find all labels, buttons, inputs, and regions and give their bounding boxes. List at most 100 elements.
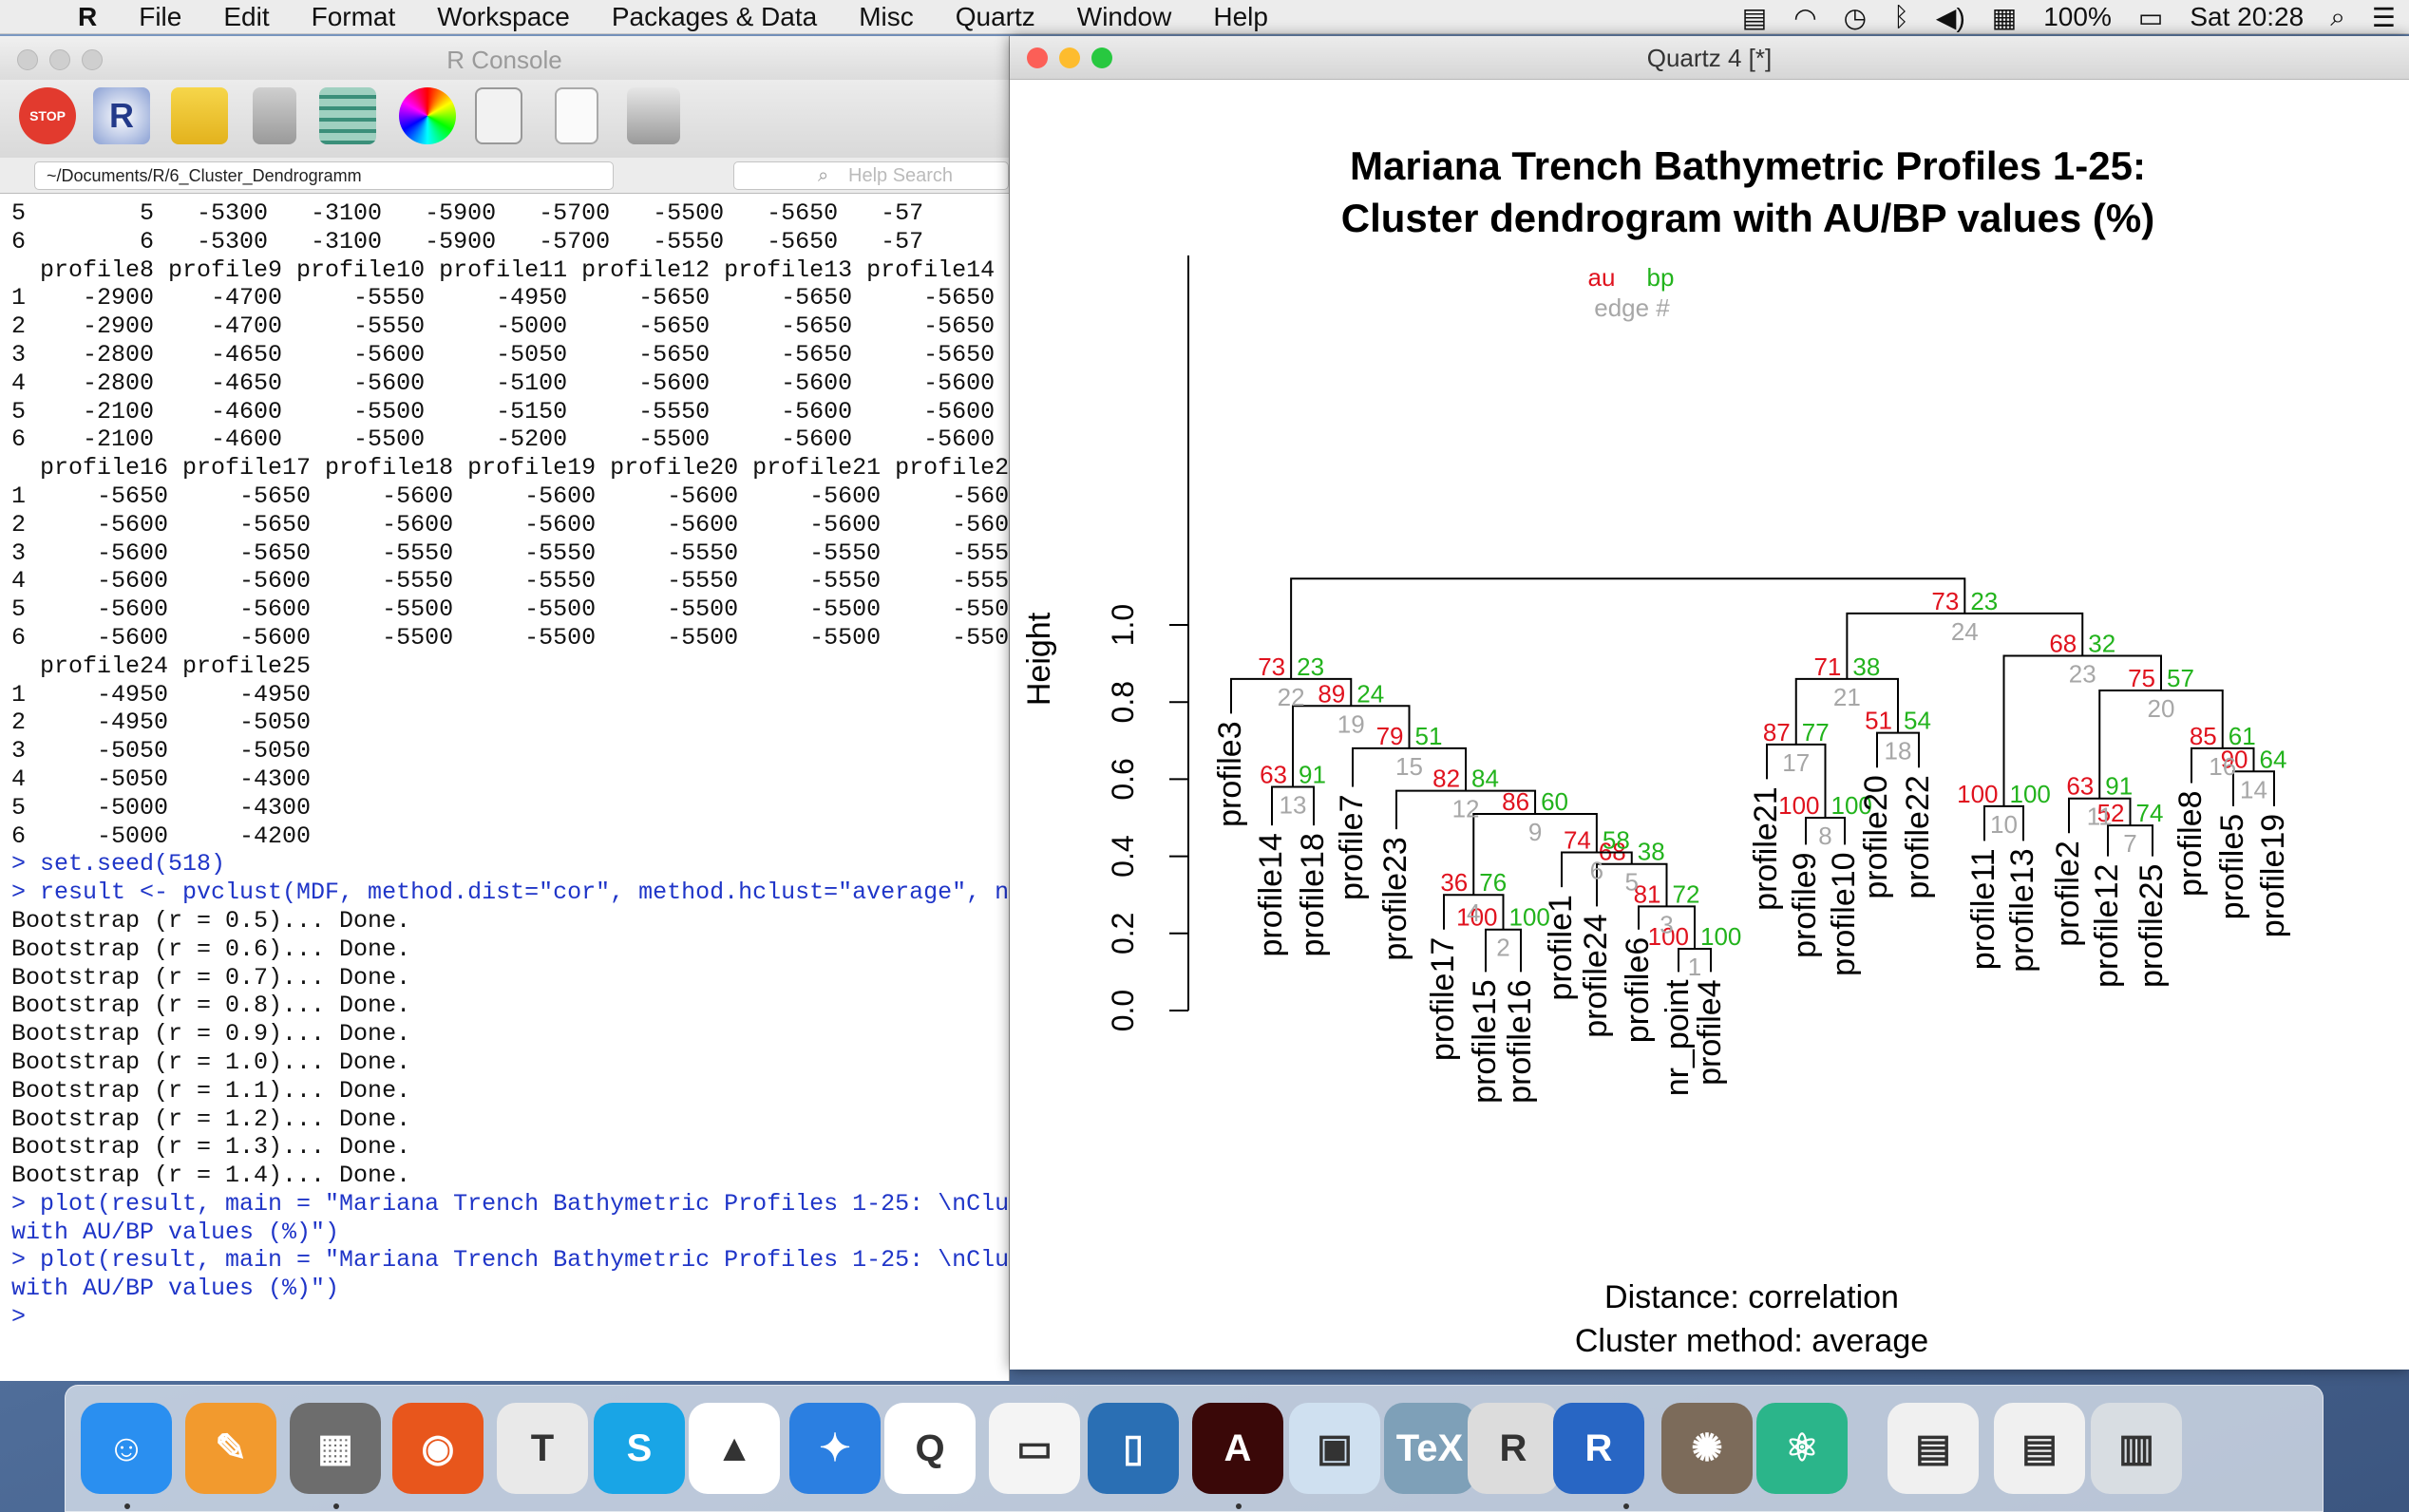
volume-icon[interactable]: ◀)	[1923, 2, 1979, 33]
vlc-icon[interactable]: ▲	[689, 1403, 780, 1494]
r-old-icon[interactable]: R	[1468, 1403, 1559, 1494]
minimized-window-icon[interactable]: ▤	[1887, 1403, 1979, 1494]
gimp-icon[interactable]: ✺	[1661, 1403, 1753, 1494]
working-directory-field[interactable]: ~/Documents/R/6_Cluster_Dendrogramm	[34, 161, 614, 190]
leaf-label: profile25	[2134, 864, 2170, 988]
edge-number: 22	[1278, 683, 1305, 711]
qgis-icon[interactable]: Q	[884, 1403, 976, 1494]
atom-icon[interactable]: ⚛	[1756, 1403, 1848, 1494]
bp-value: 23	[1297, 652, 1324, 681]
pages-icon[interactable]: ✎	[185, 1403, 276, 1494]
console-line: Bootstrap (r = 1.3)... Done.	[11, 1133, 411, 1162]
au-value: 68	[2049, 629, 2077, 657]
wifi-icon[interactable]: ◠	[1780, 2, 1830, 33]
running-indicator	[333, 1503, 339, 1509]
menu-quartz[interactable]: Quartz	[935, 2, 1056, 32]
r-icon[interactable]: R	[1553, 1403, 1644, 1494]
search-doc-icon[interactable]	[475, 87, 522, 144]
skype-icon[interactable]: S	[594, 1403, 685, 1494]
footer-distance: Distance: correlation	[1604, 1279, 1899, 1315]
help-search-field[interactable]: ⌕ Help Search	[733, 161, 1009, 190]
menu-misc[interactable]: Misc	[838, 2, 935, 32]
menu-help[interactable]: Help	[1192, 2, 1289, 32]
battery-icon[interactable]: ▭	[2125, 2, 2176, 33]
menu-file[interactable]: File	[118, 2, 202, 32]
stop-icon[interactable]: STOP	[19, 87, 76, 144]
clock[interactable]: Sat 20:28	[2176, 2, 2317, 32]
edge-number: 20	[2148, 694, 2175, 723]
leaf-label: profile20	[1858, 775, 1894, 898]
print-icon[interactable]	[627, 87, 680, 144]
console-line: 3 -5600 -5650 -5550 -5550 -5550 -5550 -5…	[11, 539, 1009, 567]
edge-number: 12	[1452, 795, 1480, 823]
edge-number: 24	[1951, 617, 1979, 646]
books-icon[interactable]: ▯	[1088, 1403, 1179, 1494]
console-line: profile16 profile17 profile18 profile19 …	[11, 454, 1009, 482]
console-line: 1 -4950 -4950	[11, 680, 312, 709]
leaf-label: profile7	[1334, 795, 1370, 901]
zoom-button[interactable]	[82, 49, 103, 70]
edge-number: 1	[1688, 953, 1701, 981]
flag-icon[interactable]: ▦	[1979, 2, 2030, 33]
menu-window[interactable]: Window	[1056, 2, 1193, 32]
new-doc-icon[interactable]	[555, 87, 598, 144]
leaf-label: profile21	[1748, 786, 1784, 910]
legend-bp: bp	[1647, 263, 1675, 292]
firefox-icon[interactable]: ◉	[392, 1403, 484, 1494]
bluetooth-icon[interactable]: ᛒ	[1880, 2, 1923, 32]
r-logo-icon[interactable]: R	[93, 87, 150, 144]
time-machine-icon[interactable]: ◷	[1830, 2, 1880, 33]
minimize-button[interactable]	[49, 49, 70, 70]
au-value: 85	[2190, 722, 2217, 750]
console-output[interactable]: 5 5 -5300 -3100 -5900 -5700 -5500 -5650 …	[11, 199, 1009, 1377]
console-line: 6 -2100 -4600 -5500 -5200 -5500 -5600 -5…	[11, 425, 996, 454]
finder-icon[interactable]: ☺	[81, 1403, 172, 1494]
au-value: 75	[2128, 664, 2155, 692]
menu-format[interactable]: Format	[291, 2, 417, 32]
acrobat-icon[interactable]: A	[1192, 1403, 1283, 1494]
r-console-pathbar: ~/Documents/R/6_Cluster_Dendrogramm ⌕ He…	[0, 158, 1009, 194]
y-tick-label: 0.6	[1106, 758, 1140, 800]
image-capture-icon[interactable]: ▣	[1289, 1403, 1380, 1494]
minimized-window-icon[interactable]: ▤	[1994, 1403, 2085, 1494]
console-line: 2 -4950 -5050	[11, 709, 312, 737]
console-line: > set.seed(518)	[11, 850, 226, 879]
minimize-button[interactable]	[1059, 47, 1080, 68]
trash-icon[interactable]: ▥	[2091, 1403, 2182, 1494]
tex-icon[interactable]: TeX	[1384, 1403, 1475, 1494]
edge-number: 5	[1625, 868, 1639, 897]
y-tick-label: 0.8	[1106, 681, 1140, 723]
quartz-titlebar: Quartz 4 [*]	[1010, 36, 2409, 80]
battery-text[interactable]: 100%	[2030, 2, 2125, 32]
au-value: 36	[1440, 868, 1468, 897]
bp-value: 72	[1673, 879, 1700, 908]
console-line: Bootstrap (r = 0.5)... Done.	[11, 906, 411, 935]
textedit-icon[interactable]: T	[497, 1403, 588, 1494]
menu-r[interactable]: R	[57, 2, 118, 32]
zoom-button[interactable]	[1091, 47, 1112, 68]
display-icon[interactable]: ▤	[1729, 2, 1780, 33]
y-axis-label: Height	[1021, 612, 1057, 706]
au-value: 100	[1957, 780, 1998, 808]
safari-icon[interactable]: ✦	[789, 1403, 881, 1494]
table-icon[interactable]	[319, 87, 376, 144]
color-wheel-icon[interactable]	[399, 87, 456, 144]
notification-center-icon[interactable]: ☰	[2359, 2, 2409, 33]
bp-value: 91	[2105, 772, 2133, 801]
menu-workspace[interactable]: Workspace	[416, 2, 591, 32]
y-tick-label: 0.4	[1106, 835, 1140, 877]
console-line: with AU/BP values (%)")	[11, 1218, 340, 1246]
edge-number: 18	[1885, 737, 1912, 765]
preview-doc-icon[interactable]: ▭	[989, 1403, 1080, 1494]
menu-edit[interactable]: Edit	[202, 2, 290, 32]
menu-packages-data[interactable]: Packages & Data	[591, 2, 838, 32]
close-button[interactable]	[1027, 47, 1048, 68]
footer-method: Cluster method: average	[1575, 1323, 1928, 1359]
chart-icon[interactable]	[171, 87, 228, 144]
console-line: 5 -5000 -4300	[11, 793, 312, 822]
lock-icon[interactable]	[253, 87, 296, 144]
calculator-icon[interactable]: ▦	[290, 1403, 381, 1494]
spotlight-icon[interactable]: ⌕	[2317, 2, 2359, 33]
close-button[interactable]	[17, 49, 38, 70]
leaf-label: profile12	[2089, 864, 2125, 988]
